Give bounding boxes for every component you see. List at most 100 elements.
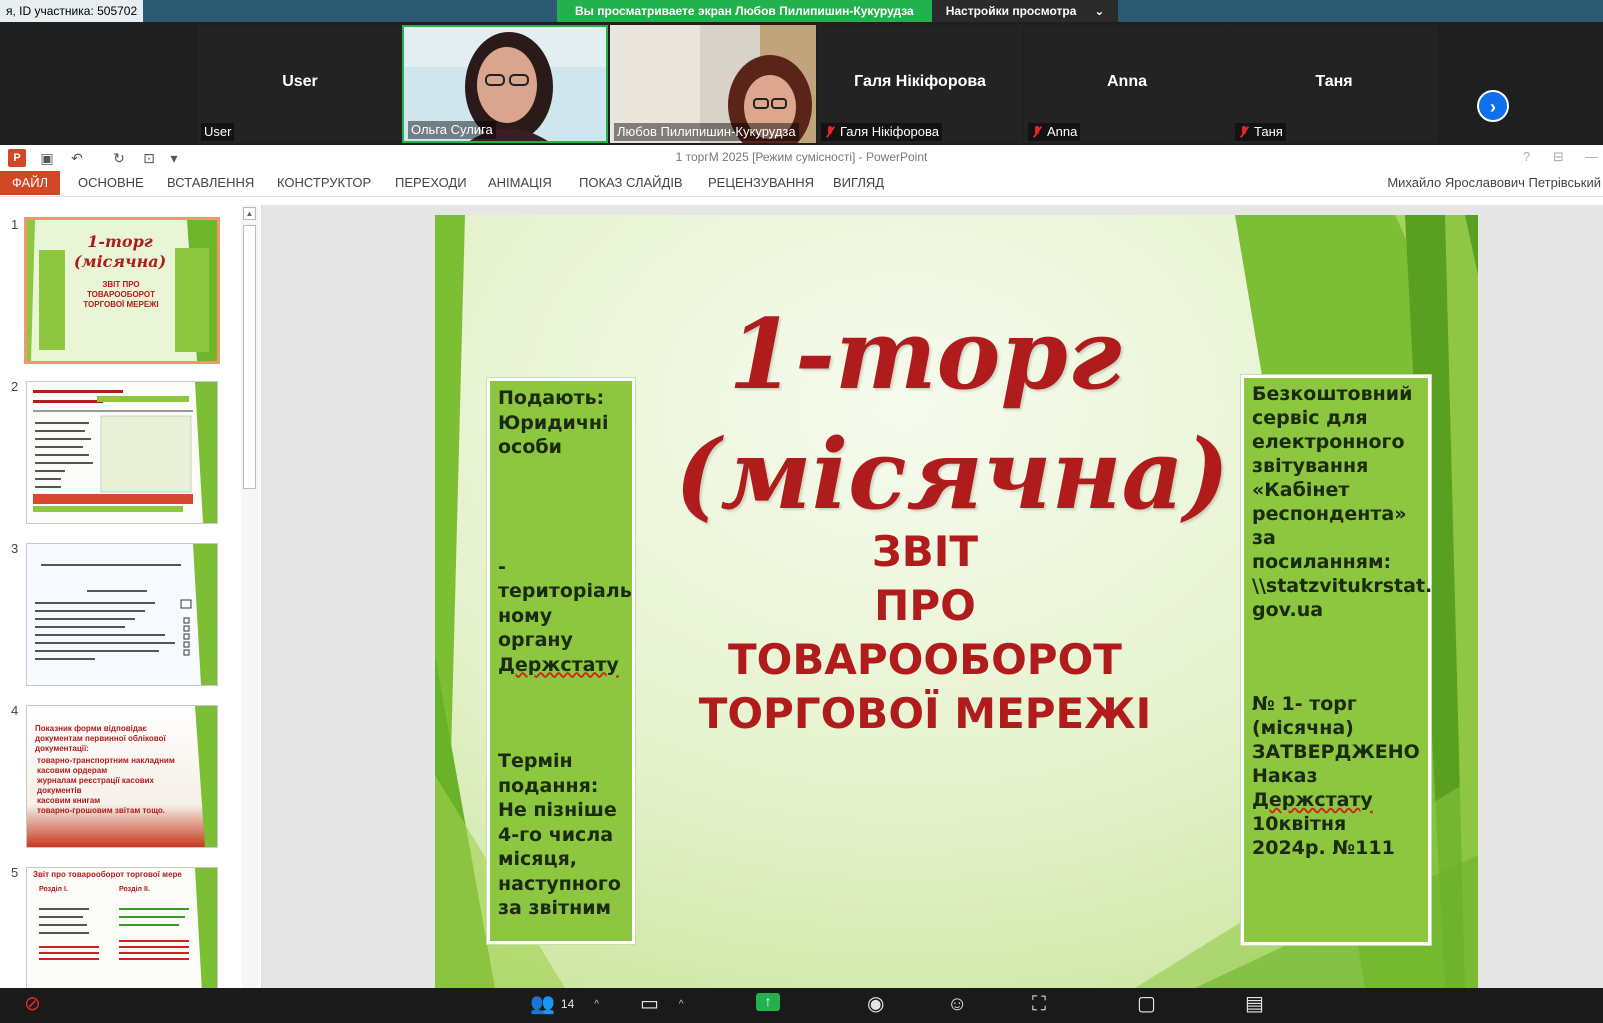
participant-tile[interactable]: Anna Anna: [1024, 25, 1230, 143]
right-info-box[interactable]: Безкоштовний сервіс для електронного зві…: [1241, 375, 1433, 945]
thumb-title: 1-торг (місячна): [73, 232, 167, 271]
tab-insert[interactable]: ВСТАВЛЕННЯ: [167, 171, 254, 195]
participant-center-name: User: [282, 73, 318, 90]
thumb-number: 2: [11, 379, 19, 394]
slide-thumbnail[interactable]: [26, 543, 218, 686]
scroll-up-icon[interactable]: ▲: [243, 207, 256, 220]
share-banner-text: Вы просматриваете экран Любов Пилипишин-…: [557, 0, 932, 22]
slide-subtitle-line: ТОРГОВОЇ МЕРЕЖІ: [698, 689, 1152, 738]
thumb-number: 3: [11, 541, 19, 556]
participant-tile[interactable]: Таня Таня: [1231, 25, 1437, 143]
slide-thumbnail-pane: 1 1-торг (місячна) ЗВІТ ПРО ТОВАРООБОРОТ…: [0, 205, 262, 988]
participant-name-label: Ольга Сулига: [408, 121, 496, 139]
whiteboard-button[interactable]: ▢: [1137, 993, 1156, 1015]
current-slide[interactable]: 1-торг (місячна) ЗВІТ ПРО ТОВАРООБОРОТ Т…: [435, 215, 1478, 988]
thumb-number: 1: [11, 217, 19, 232]
slide-thumbnail[interactable]: Показник форми відповідає документам пер…: [26, 705, 218, 848]
participants-icon: 👥: [530, 993, 555, 1015]
participant-center-name: Anna: [1107, 73, 1147, 90]
participants-button[interactable]: 👥 14 ^: [530, 993, 599, 1015]
thumb-col-label: Розділ ІІ.: [119, 886, 150, 893]
quick-access-toolbar: P ▣ ↶ ↻ ⊡ ▾ 1 торгМ 2025 [Режим суміснос…: [0, 145, 1603, 171]
tab-transitions[interactable]: ПЕРЕХОДИ: [395, 171, 467, 195]
window-title: 1 торгМ 2025 [Режим сумісності] - PowerP…: [675, 150, 928, 164]
slide-thumbnail[interactable]: 1-торг (місячна) ЗВІТ ПРО ТОВАРООБОРОТ Т…: [24, 217, 220, 364]
participant-tile[interactable]: Галя Нікіфорова Галя Нікіфорова: [817, 25, 1023, 143]
share-banner: Вы просматриваете экран Любов Пилипишин-…: [557, 0, 1119, 22]
participant-video-tile[interactable]: Любов Пилипишин-Кукурудза: [610, 25, 816, 143]
mic-muted-icon: [824, 126, 836, 138]
participant-count: 14: [560, 997, 575, 1011]
participant-center-name: Галя Нікіфорова: [854, 73, 986, 90]
participant-name-label: Anna: [1028, 123, 1081, 141]
whiteboard-icon: ▢: [1137, 993, 1156, 1015]
slide-thumbnail[interactable]: [26, 381, 218, 524]
reactions-button[interactable]: ☺: [947, 993, 967, 1015]
view-options-label: Настройки просмотра: [945, 4, 1077, 18]
chat-button[interactable]: ▭ ^: [640, 993, 684, 1015]
record-button[interactable]: ◉: [867, 993, 884, 1015]
thumb-number: 4: [11, 703, 19, 718]
video-off-button[interactable]: ⊘: [24, 993, 41, 1015]
apps-button[interactable]: ⛶: [1032, 993, 1046, 1015]
next-page-arrow-icon[interactable]: ›: [1477, 90, 1509, 122]
record-icon: ◉: [867, 993, 885, 1015]
share-screen-button[interactable]: ↑: [756, 993, 780, 1011]
tab-view[interactable]: ВИГЛЯД: [833, 171, 884, 195]
minimize-icon[interactable]: —: [1585, 149, 1598, 164]
tab-review[interactable]: РЕЦЕНЗУВАННЯ: [708, 171, 814, 195]
slide-editing-area: 1-торг (місячна) ЗВІТ ПРО ТОВАРООБОРОТ Т…: [262, 205, 1603, 988]
help-icon[interactable]: ?: [1523, 149, 1530, 164]
notes-button[interactable]: ▤: [1245, 993, 1264, 1015]
meeting-id-label: я, ID участника: 505702: [0, 0, 144, 22]
slide-subtitle-line: ПРО: [874, 581, 976, 630]
thumb-list: товарно-транспортним накладним касовим о…: [37, 756, 175, 815]
slide-title: 1-торг (місячна): [675, 298, 1230, 531]
tab-animations[interactable]: АНІМАЦІЯ: [488, 171, 552, 195]
participant-tile[interactable]: User User: [197, 25, 403, 143]
chevron-up-icon[interactable]: ^: [679, 999, 684, 1010]
thumb-subtitle: ЗВІТ ПРО ТОВАРООБОРОТ ТОРГОВОЇ МЕРЕЖІ: [83, 280, 159, 309]
thumb-number: 5: [11, 865, 19, 880]
ribbon-display-icon[interactable]: ⊟: [1553, 149, 1564, 165]
camera-off-icon: ⊘: [24, 993, 41, 1015]
slide-subtitle-line: ТОВАРООБОРОТ: [728, 635, 1122, 684]
left-box-submitters: Подають: Юридичні особи: [498, 387, 609, 458]
participant-name-label: Таня: [1235, 123, 1286, 141]
slide-subtitle-line: ЗВІТ: [871, 527, 979, 576]
scrollbar-thumb[interactable]: [243, 225, 256, 489]
thumbnail-scrollbar[interactable]: ▲: [241, 205, 258, 988]
view-options-button[interactable]: Настройки просмотра ⌄: [931, 0, 1119, 22]
zoom-window: я, ID участника: 505702 Вы просматривает…: [0, 0, 1603, 1023]
participant-center-name: Таня: [1315, 73, 1353, 90]
tab-file[interactable]: ФАЙЛ: [0, 171, 60, 195]
zoom-bottom-toolbar: ⊘ 👥 14 ^ ▭ ^ ↑ ◉ ☺ ⛶ ▢ ▤: [0, 988, 1603, 1023]
mic-muted-icon: [1031, 126, 1043, 138]
participant-name-label: Любов Пилипишин-Кукурудза: [614, 123, 799, 141]
share-screen-icon: ↑: [756, 993, 780, 1011]
left-box-recipient: - територіаль ному органу Держстату: [498, 555, 632, 676]
reactions-icon: ☺: [947, 993, 968, 1015]
tab-slideshow[interactable]: ПОКАЗ СЛАЙДІВ: [579, 171, 683, 195]
participant-gallery: User User Ольга Сулига Любов Пилипишин-К…: [0, 22, 1603, 145]
right-box-approval: № 1- торг (місячна) ЗАТВЕРДЖЕНО Наказ Де…: [1252, 693, 1420, 859]
mic-muted-icon: [1238, 126, 1250, 138]
slide-thumbnail[interactable]: Звіт про товарооборот торгової мере Розд…: [26, 867, 218, 988]
zoom-top-bar: я, ID участника: 505702 Вы просматривает…: [0, 0, 1603, 22]
chevron-down-icon: ⌄: [1094, 4, 1105, 18]
participant-video-tile[interactable]: Ольга Сулига: [402, 25, 608, 143]
participant-name-label: User: [201, 123, 235, 141]
thumb-title: Звіт про товарооборот торгової мере: [33, 870, 182, 879]
left-box-deadline: Термін подання: Не пізніше 4-го числа мі…: [498, 750, 621, 919]
tab-design[interactable]: КОНСТРУКТОР: [277, 171, 371, 195]
right-box-service: Безкоштовний сервіс для електронного зві…: [1252, 383, 1433, 621]
thumb-col-label: Розділ І.: [39, 886, 68, 893]
account-user-name[interactable]: Михайло Ярославович Петрівський: [1387, 171, 1603, 195]
apps-icon: ⛶: [1032, 993, 1046, 1015]
notes-icon: ▤: [1245, 993, 1264, 1015]
left-info-box[interactable]: Подають: Юридичні особи - територіаль но…: [487, 378, 635, 944]
ribbon-tabs: ФАЙЛ ОСНОВНЕ ВСТАВЛЕННЯ КОНСТРУКТОР ПЕРЕ…: [0, 171, 1603, 197]
chevron-up-icon[interactable]: ^: [594, 999, 599, 1010]
chat-icon: ▭: [640, 993, 659, 1015]
tab-home[interactable]: ОСНОВНЕ: [78, 171, 144, 195]
